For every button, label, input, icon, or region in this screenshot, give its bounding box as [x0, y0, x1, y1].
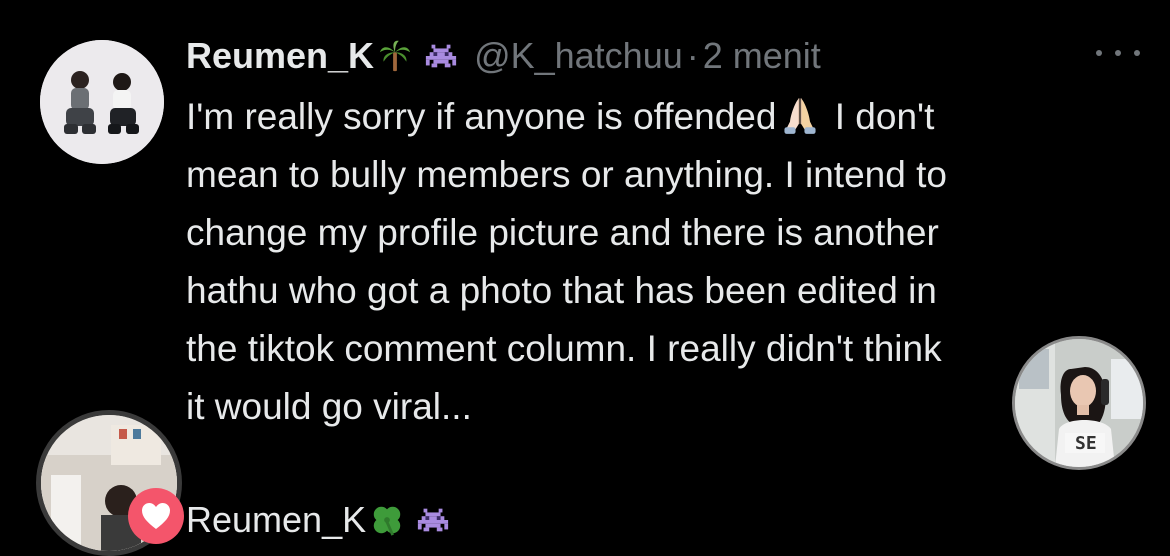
reply-author-display-name[interactable]: Reumen_K — [186, 499, 366, 541]
tweet-text-part-1: I'm really sorry if anyone is offended — [186, 96, 777, 137]
tweet-header: Reumen_K @K_hatchuu · 2 menit — [186, 28, 821, 84]
avatar-photo — [40, 40, 164, 164]
more-options-icon[interactable] — [1096, 38, 1140, 68]
floating-avatar-photo: SE — [1015, 339, 1143, 467]
tweet-text-part-2: I don't mean to bully members or anythin… — [186, 96, 947, 427]
floating-profile-avatar[interactable]: SE — [1012, 336, 1146, 470]
heart-icon — [142, 503, 170, 529]
folded-hands-icon — [780, 95, 820, 135]
author-avatar[interactable] — [40, 40, 164, 164]
author-handle[interactable]: @K_hatchuu — [474, 35, 683, 77]
alien-monster-icon — [416, 503, 450, 537]
separator-dot: · — [686, 35, 699, 76]
like-badge[interactable] — [128, 488, 184, 544]
alien-monster-icon — [424, 39, 458, 73]
palm-tree-icon — [378, 39, 412, 73]
svg-text:SE: SE — [1075, 433, 1097, 454]
author-display-name[interactable]: Reumen_K — [186, 35, 374, 77]
reply-tweet-header: Reumen_K — [186, 492, 450, 548]
tweet-timestamp[interactable]: 2 menit — [703, 35, 821, 77]
tweet-text: I'm really sorry if anyone is offended I… — [186, 88, 1146, 436]
four-leaf-clover-icon — [370, 503, 404, 537]
